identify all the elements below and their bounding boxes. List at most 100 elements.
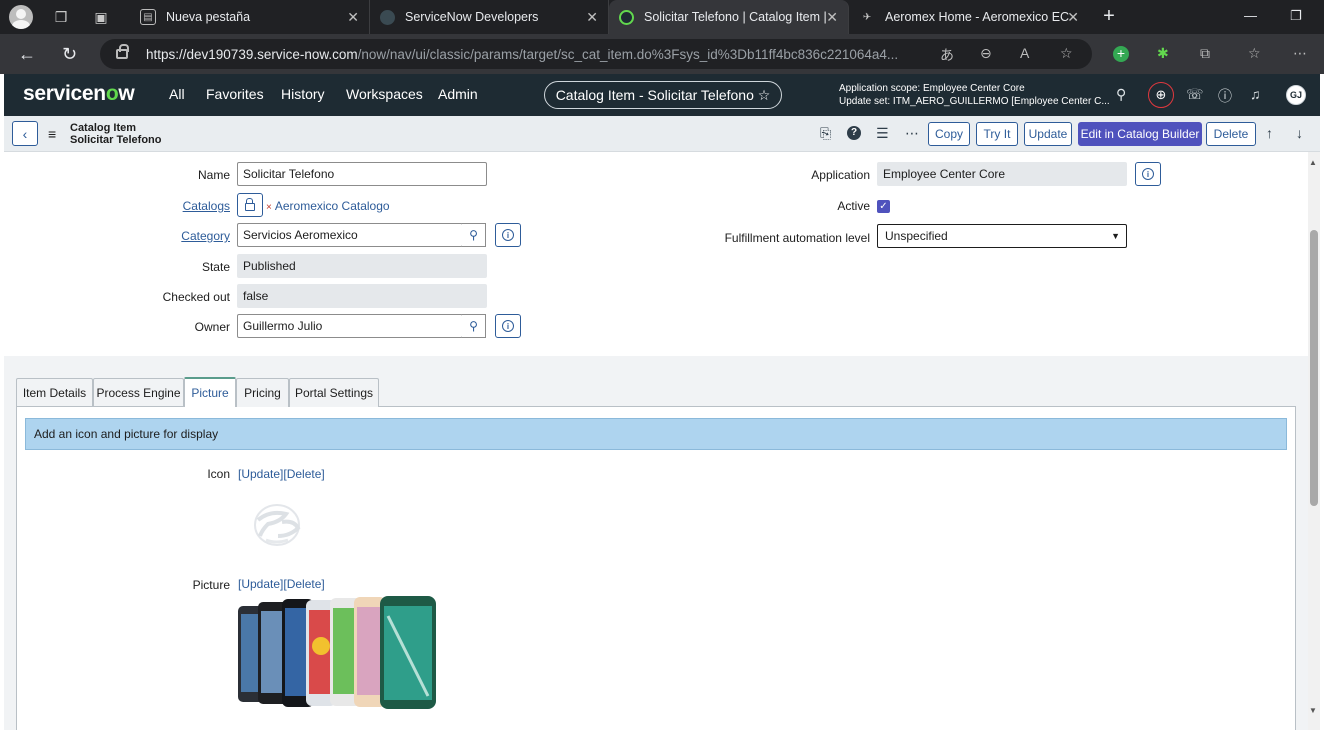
profile-icon[interactable] — [8, 4, 34, 30]
scroll-down-icon[interactable]: ▼ — [1309, 706, 1317, 715]
delete-button[interactable]: Delete — [1206, 122, 1256, 146]
category-info-button[interactable]: i — [495, 223, 521, 247]
state-label: State — [201, 260, 230, 274]
tab-item-details[interactable]: Item Details — [16, 378, 93, 407]
extension-gear-icon[interactable]: ✱ — [1157, 45, 1169, 62]
browser-tab-title: Nueva pestaña — [166, 10, 251, 24]
servicenow-logo[interactable]: servicenow — [23, 82, 135, 106]
tab-process-engine[interactable]: Process Engine — [93, 378, 184, 407]
bell-icon[interactable]: ♫ — [1250, 86, 1261, 102]
extensions-icon[interactable]: ⧉ — [1200, 45, 1210, 62]
tab-panel-picture — [16, 406, 1296, 730]
attachment-icon[interactable]: ⎘ — [820, 125, 831, 142]
lock-icon — [245, 198, 255, 211]
scrollbar-thumb[interactable] — [1310, 230, 1318, 506]
browser-tab-title: Solicitar Telefono | Catalog Item | — [644, 10, 827, 24]
close-icon[interactable]: ✕ — [347, 9, 359, 26]
category-field[interactable]: Servicios Aeromexico — [237, 223, 463, 247]
application-info-button[interactable]: i — [1135, 162, 1161, 186]
chat-icon[interactable]: ☏ — [1186, 86, 1204, 103]
search-icon[interactable]: ⚲ — [1116, 86, 1126, 103]
edit-in-catalog-builder-button[interactable]: Edit in Catalog Builder — [1078, 122, 1202, 146]
read-aloud-icon[interactable]: あ — [940, 45, 954, 65]
update-button[interactable]: Update — [1024, 122, 1072, 146]
name-field[interactable]: Solicitar Telefono — [237, 162, 487, 186]
icon-update-link[interactable]: [Update] — [238, 467, 283, 481]
owner-field[interactable]: Guillermo Julio — [237, 314, 463, 338]
catalogs-lock-button[interactable] — [237, 193, 263, 217]
active-checkbox[interactable]: ✓ — [877, 200, 890, 213]
globe-icon[interactable]: ⊕ — [1148, 82, 1174, 108]
owner-search-icon[interactable]: ⚲ — [462, 314, 486, 338]
checked-out-label: Checked out — [162, 290, 230, 304]
application-label: Application — [811, 168, 870, 182]
back-button[interactable]: ‹ — [12, 121, 38, 146]
tab-actions-icon[interactable]: ▣ — [88, 4, 114, 30]
restore-icon[interactable]: ❐ — [1290, 8, 1302, 24]
icon-actions: [Update][Delete] — [238, 467, 325, 481]
catalogs-label[interactable]: Catalogs — [160, 199, 230, 213]
arrow-up-icon[interactable]: ↑ — [1266, 125, 1273, 141]
update-set: Update set: ITM_AERO_GUILLERMO [Employee… — [839, 96, 1110, 107]
close-icon[interactable]: ✕ — [586, 9, 598, 26]
read-mode-icon[interactable]: A — [1020, 45, 1029, 61]
collections-icon[interactable]: ☆ — [1248, 45, 1261, 62]
browser-tab-aeromex[interactable]: ✈ Aeromex Home - Aeromexico EC ✕ — [849, 0, 1089, 34]
minimize-icon[interactable]: — — [1244, 8, 1257, 23]
icon-delete-link[interactable]: [Delete] — [283, 467, 324, 481]
record-type: Catalog Item — [70, 122, 137, 134]
reload-icon[interactable]: ↻ — [62, 44, 77, 65]
info-icon: i — [502, 320, 514, 332]
arrow-down-icon[interactable]: ↓ — [1296, 125, 1303, 141]
catalog-ref[interactable]: × Aeromexico Catalogo — [266, 199, 390, 213]
scroll-up-icon[interactable]: ▲ — [1309, 158, 1317, 167]
aeromexico-icon: ✈ — [862, 11, 872, 23]
active-label: Active — [837, 199, 870, 213]
browser-tab-snowdev[interactable]: ServiceNow Developers ✕ — [370, 0, 609, 34]
try-it-button[interactable]: Try It — [976, 122, 1018, 146]
record-header: ‹ ≡ Catalog Item Solicitar Telefono ⎘ ? … — [4, 116, 1320, 152]
close-icon[interactable]: ✕ — [826, 9, 838, 26]
back-arrow-icon[interactable]: ← — [18, 44, 36, 65]
context-menu-icon[interactable]: ≡ — [48, 126, 56, 142]
menu-favorites[interactable]: Favorites — [206, 86, 264, 102]
servicenow-header: servicenow All Favorites History Workspa… — [4, 74, 1320, 116]
page-icon: ▤ — [140, 9, 156, 25]
new-tab-icon[interactable]: + — [1098, 6, 1120, 28]
help-icon[interactable]: ⓘ — [1218, 86, 1232, 106]
copy-button[interactable]: Copy — [928, 122, 970, 146]
menu-workspaces[interactable]: Workspaces — [346, 86, 423, 102]
picture-update-link[interactable]: [Update] — [238, 577, 283, 591]
menu-admin[interactable]: Admin — [438, 86, 478, 102]
scope-info[interactable]: Application scope: Employee Center Core … — [839, 82, 1110, 108]
browser-tab-nueva[interactable]: ▤ Nueva pestaña ✕ — [130, 0, 370, 34]
category-label[interactable]: Category — [160, 229, 230, 243]
close-icon[interactable]: ✕ — [1067, 9, 1079, 26]
menu-history[interactable]: History — [281, 86, 325, 102]
tab-pricing[interactable]: Pricing — [236, 378, 289, 407]
picture-info-banner: Add an icon and picture for display — [25, 418, 1287, 450]
favorite-star-icon[interactable]: ☆ — [1060, 45, 1073, 62]
tab-portal-settings[interactable]: Portal Settings — [289, 378, 379, 407]
owner-info-button[interactable]: i — [495, 314, 521, 338]
more-actions-icon[interactable]: ⋯ — [905, 125, 919, 142]
settings-sliders-icon[interactable]: ☰ — [876, 125, 889, 142]
fulfillment-select[interactable]: Unspecified ▼ — [877, 224, 1127, 248]
icon-label: Icon — [207, 467, 230, 481]
url-path: /now/nav/ui/classic/params/target/sc_cat… — [357, 46, 899, 62]
browser-tab-active[interactable]: Solicitar Telefono | Catalog Item | ✕ — [609, 0, 849, 34]
tab-picture[interactable]: Picture — [184, 377, 236, 407]
category-search-icon[interactable]: ⚲ — [462, 223, 486, 247]
context-pill[interactable]: Catalog Item - Solicitar Telefono ☆ — [544, 81, 782, 109]
user-avatar[interactable]: GJ — [1286, 85, 1306, 105]
picture-delete-link[interactable]: [Delete] — [283, 577, 324, 591]
workspaces-icon[interactable]: ❒ — [48, 4, 74, 30]
menu-all[interactable]: All — [169, 86, 185, 102]
checked-out-field: false — [237, 284, 487, 308]
help-circle-icon[interactable]: ? — [847, 126, 861, 140]
extension-plus-icon[interactable]: + — [1113, 46, 1129, 62]
zoom-out-icon[interactable]: ⊖ — [980, 45, 992, 62]
remove-icon[interactable]: × — [266, 202, 272, 213]
picture-label: Picture — [192, 578, 230, 592]
more-menu-icon[interactable]: ⋯ — [1293, 45, 1307, 62]
